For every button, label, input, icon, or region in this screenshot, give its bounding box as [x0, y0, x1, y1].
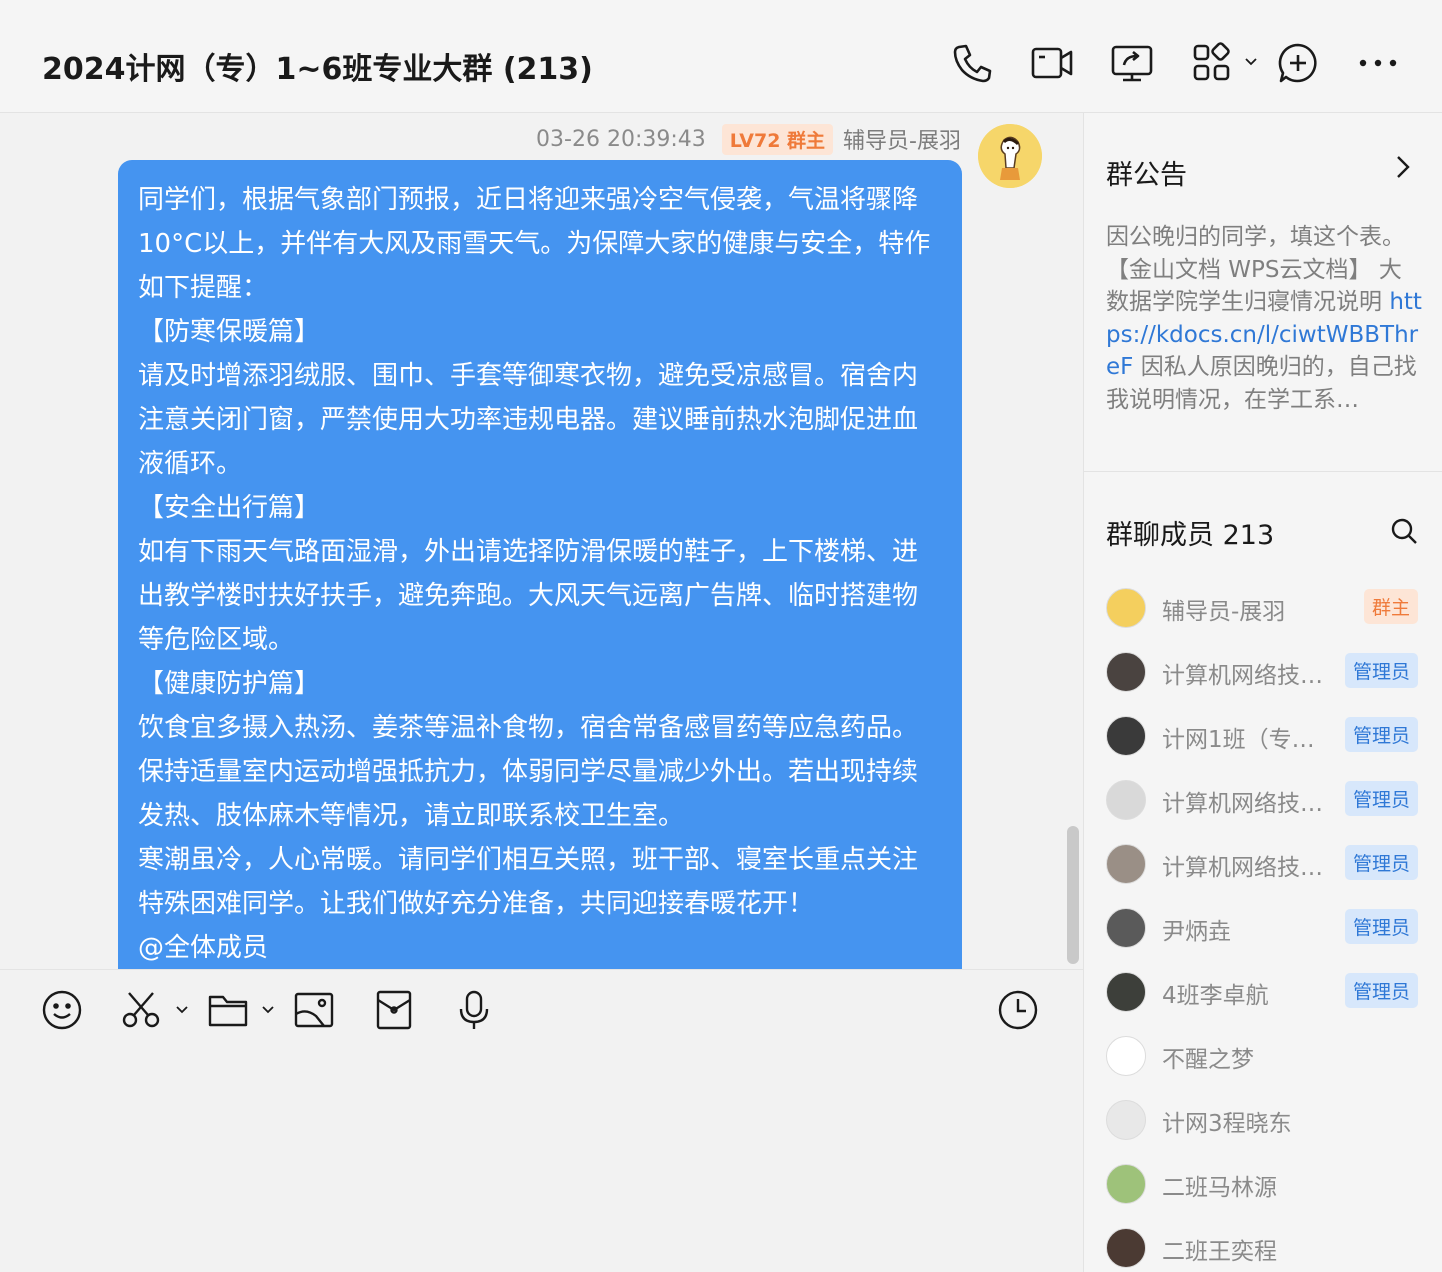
member-item[interactable]: 不醒之梦 [1106, 1031, 1426, 1081]
image-icon[interactable] [292, 988, 336, 1032]
member-name: 计算机网络技… [1162, 663, 1323, 689]
sender-avatar[interactable] [978, 124, 1042, 188]
message-area[interactable]: 03-26 20:39:43 LV72 群主 辅导员-展羽 同学们，根据气象部门… [0, 113, 1083, 969]
member-avatar[interactable] [1106, 1164, 1146, 1204]
message-line: 【健康防护篇】 [138, 669, 321, 699]
message-line: 请及时增添羽绒服、围巾、手套等御寒衣物，避免受凉感冒。宿舍内注意关闭门窗，严禁使… [138, 361, 919, 479]
member-avatar[interactable] [1106, 1100, 1146, 1140]
admin-badge: 管理员 [1344, 845, 1418, 880]
search-icon[interactable] [1389, 516, 1419, 546]
divider [1084, 471, 1442, 472]
notice-text[interactable]: 因公晚归的同学，填这个表。【金山文档 WPS云文档】 大数据学院学生归寝情况说明… [1106, 221, 1422, 416]
chat-window: 2024计网（专）1~6班专业大群 (213) 03-26 20:39:43 L… [0, 0, 1442, 1272]
apps-icon[interactable] [1189, 40, 1235, 86]
members-title: 群聊成员 213 [1106, 520, 1275, 551]
video-call-icon[interactable] [1029, 40, 1075, 86]
message-line: 【安全出行篇】 [138, 493, 321, 523]
message-line: 【防寒保暖篇】 [138, 317, 321, 347]
phone-icon[interactable] [950, 40, 996, 86]
member-avatar[interactable] [1106, 716, 1146, 756]
group-sidebar: 群公告 因公晚归的同学，填这个表。【金山文档 WPS云文档】 大数据学院学生归寝… [1083, 113, 1442, 1272]
member-item[interactable]: 计网3程晓东 [1106, 1095, 1426, 1145]
emoji-icon[interactable] [40, 988, 84, 1032]
admin-badge: 管理员 [1344, 717, 1418, 752]
more-icon[interactable] [1355, 40, 1401, 86]
notice-text-part: 因私人原因晚归的，自己找我说明情况，在学工系… [1106, 354, 1417, 413]
member-name: 4班李卓航 [1162, 983, 1269, 1009]
member-item[interactable]: 计网1班（专… 管理员 [1106, 711, 1426, 761]
message-line: 寒潮虽冷，人心常暖。请同学们相互关照，班干部、寝室长重点关注特殊困难同学。让我们… [138, 845, 919, 919]
member-avatar[interactable] [1106, 908, 1146, 948]
add-member-icon[interactable] [1275, 40, 1321, 86]
member-name: 计算机网络技… [1162, 855, 1323, 881]
member-name: 尹炳垚 [1162, 919, 1231, 945]
member-avatar[interactable] [1106, 652, 1146, 692]
notice-text-part: 因公晚归的同学，填这个表。【金山文档 WPS云文档】 大数据学院学生归寝情况说明 [1106, 224, 1405, 315]
member-name: 不醒之梦 [1162, 1047, 1254, 1073]
message-meta: 03-26 20:39:43 LV72 群主 辅导员-展羽 [536, 123, 961, 155]
admin-badge: 管理员 [1344, 781, 1418, 816]
member-avatar[interactable] [1106, 588, 1146, 628]
admin-badge: 管理员 [1344, 909, 1418, 944]
member-name: 计算机网络技… [1162, 791, 1323, 817]
message-line: 同学们，根据气象部门预报，近日将迎来强冷空气侵袭，气温将骤降10°C以上，并伴有… [138, 185, 931, 303]
member-name: 计网3程晓东 [1162, 1111, 1292, 1137]
member-item[interactable]: 计算机网络技… 管理员 [1106, 775, 1426, 825]
chat-header: 2024计网（专）1~6班专业大群 (213) [0, 0, 1442, 113]
chat-scrollbar[interactable] [1067, 826, 1079, 964]
input-area[interactable] [0, 969, 1083, 1272]
chevron-down-icon[interactable] [1243, 54, 1259, 70]
message-line: 饮食宜多摄入热汤、姜茶等温补食物，宿舍常备感冒药等应急药品。保持适量室内运动增强… [138, 713, 919, 831]
member-avatar[interactable] [1106, 1036, 1146, 1076]
owner-badge: 群主 [1363, 589, 1418, 624]
folder-icon[interactable] [206, 988, 250, 1032]
member-name: 二班马林源 [1162, 1175, 1277, 1201]
scissors-icon[interactable] [119, 988, 163, 1032]
member-name: 二班王奕程 [1162, 1239, 1277, 1265]
member-item[interactable]: 二班马林源 [1106, 1159, 1426, 1209]
chevron-down-icon[interactable] [174, 1002, 190, 1018]
red-packet-icon[interactable] [372, 988, 416, 1032]
mention-all[interactable]: @全体成员 [138, 926, 942, 969]
message-bubble[interactable]: 同学们，根据气象部门预报，近日将迎来强冷空气侵袭，气温将骤降10°C以上，并伴有… [118, 160, 962, 969]
level-badge: LV72 群主 [721, 123, 834, 155]
history-icon[interactable] [996, 988, 1040, 1032]
admin-badge: 管理员 [1344, 653, 1418, 688]
member-item[interactable]: 4班李卓航 管理员 [1106, 967, 1426, 1017]
member-avatar[interactable] [1106, 844, 1146, 884]
member-item[interactable]: 二班王奕程 [1106, 1223, 1426, 1272]
member-avatar[interactable] [1106, 972, 1146, 1012]
group-title: 2024计网（专）1~6班专业大群 (213) [42, 52, 593, 87]
member-name: 计网1班（专… [1162, 727, 1315, 753]
admin-badge: 管理员 [1344, 973, 1418, 1008]
microphone-icon[interactable] [452, 988, 496, 1032]
member-avatar[interactable] [1106, 1228, 1146, 1268]
message-time: 03-26 20:39:43 [536, 126, 706, 152]
member-item[interactable]: 尹炳垚 管理员 [1106, 903, 1426, 953]
member-avatar[interactable] [1106, 780, 1146, 820]
member-item[interactable]: 计算机网络技… 管理员 [1106, 839, 1426, 889]
member-name: 辅导员-展羽 [1162, 599, 1286, 625]
screen-share-icon[interactable] [1109, 40, 1155, 86]
member-item[interactable]: 计算机网络技… 管理员 [1106, 647, 1426, 697]
member-item[interactable]: 辅导员-展羽 群主 [1106, 583, 1426, 633]
notice-title[interactable]: 群公告 [1106, 153, 1187, 192]
chevron-down-icon[interactable] [260, 1002, 276, 1018]
chevron-right-icon[interactable] [1392, 153, 1414, 181]
message-line: 如有下雨天气路面湿滑，外出请选择防滑保暖的鞋子，上下楼梯、进出教学楼时扶好扶手，… [138, 537, 919, 655]
sender-name[interactable]: 辅导员-展羽 [843, 123, 961, 155]
